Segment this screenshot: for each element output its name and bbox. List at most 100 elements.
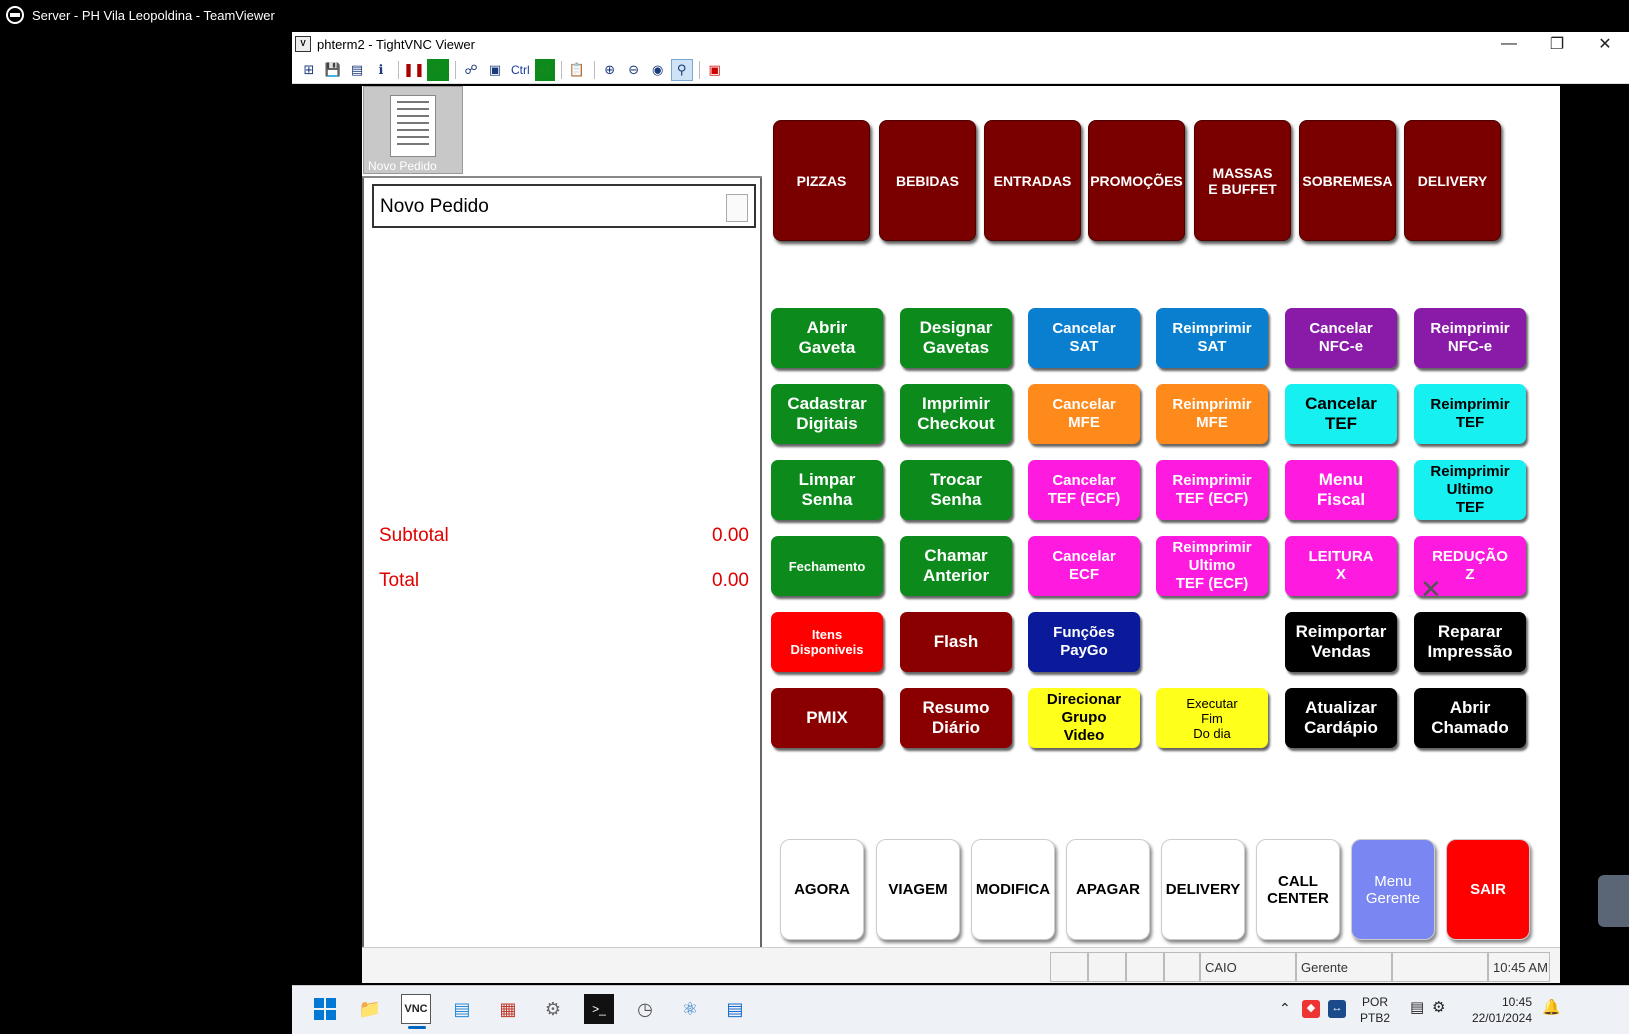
status-cell <box>1392 952 1488 982</box>
status-time: 10:45 AM <box>1488 952 1550 982</box>
vnc-title: phterm2 - TightVNC Viewer <box>317 36 475 52</box>
zoom-100-icon[interactable]: ◉ <box>647 59 669 81</box>
call-center-button[interactable]: CALL CENTER <box>1256 839 1340 940</box>
settings-icon[interactable]: ⚙ <box>538 994 568 1024</box>
start-menu-icon[interactable] <box>310 994 340 1024</box>
order-header[interactable]: Novo Pedido <box>372 184 756 228</box>
connection-info-icon[interactable]: ℹ <box>370 59 392 81</box>
notepad-icon[interactable]: ▤ <box>720 994 750 1024</box>
category-bebidas-button[interactable]: BEBIDAS <box>879 120 976 241</box>
clipboard-icon[interactable]: 📋 <box>566 59 588 81</box>
minimize-button[interactable]: — <box>1485 32 1533 56</box>
cancelar-tef-ecf-button[interactable]: Cancelar TEF (ECF) <box>1028 460 1140 520</box>
alt-key-button[interactable]: Alt <box>534 58 555 81</box>
reimprimir-ultimo-tef-ecf-button[interactable]: Reimprimir Ultimo TEF (ECF) <box>1156 536 1268 596</box>
pmix-button[interactable]: PMIX <box>771 688 883 748</box>
new-connection-icon[interactable]: ⊞ <box>298 59 320 81</box>
teamviewer-titlebar: Server - PH Vila Leopoldina - TeamViewer <box>0 0 1629 30</box>
zoom-in-icon[interactable]: ⊕ <box>599 59 621 81</box>
cadastrar-digitais-button[interactable]: Cadastrar Digitais <box>771 384 883 444</box>
zoom-out-icon[interactable]: ⊖ <box>623 59 645 81</box>
cancelar-mfe-button[interactable]: Cancelar MFE <box>1028 384 1140 444</box>
reimprimir-sat-button[interactable]: Reimprimir SAT <box>1156 308 1268 368</box>
windows-taskbar: 📁 VNC ▤ ▦ ⚙ >_ ◷ ⚛ ▤ ⌃ ◆ ↔ POR PTB2 ▤ ⚙ … <box>292 985 1629 1034</box>
viagem-button[interactable]: VIAGEM <box>876 839 960 940</box>
apagar-button[interactable]: APAGAR <box>1066 839 1150 940</box>
agora-button[interactable]: AGORA <box>780 839 864 940</box>
limpar-senha-button[interactable]: Limpar Senha <box>771 460 883 520</box>
funcoes-paygo-button[interactable]: Funções PayGo <box>1028 612 1140 672</box>
language-indicator[interactable]: POR PTB2 <box>1360 994 1390 1026</box>
imprimir-checkout-button[interactable]: Imprimir Checkout <box>900 384 1012 444</box>
abrir-chamado-button[interactable]: Abrir Chamado <box>1414 688 1526 748</box>
fullscreen-icon[interactable]: ▣ <box>704 59 726 81</box>
trocar-senha-button[interactable]: Trocar Senha <box>900 460 1012 520</box>
cancelar-sat-button[interactable]: Cancelar SAT <box>1028 308 1140 368</box>
file-explorer-icon[interactable]: 📁 <box>355 994 385 1024</box>
status-cell <box>1088 952 1126 982</box>
category-massas-buffet-button[interactable]: MASSAS E BUFFET <box>1194 120 1291 241</box>
network-tool-icon[interactable]: ⚛ <box>675 994 705 1024</box>
atualizar-cardapio-button[interactable]: Atualizar Cardápio <box>1285 688 1397 748</box>
cancelar-ecf-button[interactable]: Cancelar ECF <box>1028 536 1140 596</box>
reimprimir-tef-button[interactable]: Reimprimir TEF <box>1414 384 1526 444</box>
options-icon[interactable]: ▤ <box>346 59 368 81</box>
sair-button[interactable]: SAIR <box>1446 839 1530 940</box>
send-ctrl-esc-icon[interactable]: ▣ <box>484 59 506 81</box>
clock-app-icon[interactable]: ◷ <box>630 994 660 1024</box>
pause-icon[interactable]: ❚❚ <box>403 59 425 81</box>
leitura-x-button[interactable]: LEITURA X <box>1285 536 1397 596</box>
modifica-button[interactable]: MODIFICA <box>971 839 1055 940</box>
terminal-icon[interactable]: >_ <box>584 994 614 1024</box>
volume-icon[interactable]: ⚙ <box>1432 1000 1445 1016</box>
category-pizzas-button[interactable]: PIZZAS <box>773 120 870 241</box>
vnc-titlebar: V phterm2 - TightVNC Viewer — ❐ ✕ <box>292 32 1629 56</box>
executar-fim-do-dia-button[interactable]: Executar Fim Do dia <box>1156 688 1268 748</box>
ctrl-alt-del-icon[interactable]: ☍ <box>460 59 482 81</box>
fechamento-button[interactable]: Fechamento <box>771 536 883 596</box>
save-icon[interactable]: 💾 <box>322 59 344 81</box>
anydesk-tray-icon[interactable]: ◆ <box>1302 1000 1320 1018</box>
network-icon[interactable]: ▤ <box>1410 1000 1424 1016</box>
menu-fiscal-button[interactable]: Menu Fiscal <box>1285 460 1397 520</box>
reimprimir-tef-ecf-button[interactable]: Reimprimir TEF (ECF) <box>1156 460 1268 520</box>
category-delivery-button[interactable]: DELIVERY <box>1404 120 1501 241</box>
server-manager-icon[interactable]: ▤ <box>447 994 477 1024</box>
abrir-gaveta-button[interactable]: Abrir Gaveta <box>771 308 883 368</box>
itens-disponiveis-button[interactable]: Itens Disponiveis <box>771 612 883 672</box>
category-sobremesa-button[interactable]: SOBREMESA <box>1299 120 1396 241</box>
cancelar-tef-button[interactable]: Cancelar TEF <box>1285 384 1397 444</box>
ctrl-key-button[interactable]: Ctrl <box>508 59 533 81</box>
category-promocoes-button[interactable]: PROMOÇÕES <box>1088 120 1185 241</box>
taskbar-clock[interactable]: 10:45 22/01/2024 <box>1460 994 1532 1026</box>
show-hidden-icons-icon[interactable]: ⌃ <box>1279 1000 1291 1016</box>
teamviewer-side-panel-tab[interactable] <box>1598 875 1629 927</box>
status-cell <box>1050 952 1088 982</box>
chamar-anterior-button[interactable]: Chamar Anterior <box>900 536 1012 596</box>
designar-gavetas-button[interactable]: Designar Gavetas <box>900 308 1012 368</box>
category-entradas-button[interactable]: ENTRADAS <box>984 120 1081 241</box>
restore-button[interactable]: ❐ <box>1533 32 1581 56</box>
order-thumbnail-caption: Novo Pedido <box>368 159 437 173</box>
subtotal-value: 0.00 <box>712 525 749 546</box>
cancelar-nfce-button[interactable]: Cancelar NFC-e <box>1285 308 1397 368</box>
order-thumbnail[interactable]: Novo Pedido <box>363 86 463 174</box>
menu-gerente-button[interactable]: Menu Gerente <box>1351 839 1435 940</box>
reimprimir-nfce-button[interactable]: Reimprimir NFC-e <box>1414 308 1526 368</box>
reimportar-vendas-button[interactable]: Reimportar Vendas <box>1285 612 1397 672</box>
reparar-impressao-button[interactable]: Reparar Impressão <box>1414 612 1526 672</box>
resumo-diario-button[interactable]: Resumo Diário <box>900 688 1012 748</box>
close-button[interactable]: ✕ <box>1581 32 1629 56</box>
zoom-auto-icon[interactable]: ⚲ <box>670 58 693 81</box>
reimprimir-ultimo-tef-button[interactable]: Reimprimir Ultimo TEF <box>1414 460 1526 520</box>
toolbox-icon[interactable]: ▦ <box>493 994 523 1024</box>
reimprimir-mfe-button[interactable]: Reimprimir MFE <box>1156 384 1268 444</box>
flash-button[interactable]: Flash <box>900 612 1012 672</box>
tightvnc-taskbar-icon[interactable]: VNC <box>401 994 431 1029</box>
refresh-icon[interactable]: ⟳ <box>427 58 449 81</box>
total-row: Total 0.00 <box>379 570 749 592</box>
teamviewer-tray-icon[interactable]: ↔ <box>1328 1000 1346 1018</box>
delivery-button[interactable]: DELIVERY <box>1161 839 1245 940</box>
direcionar-grupo-video-button[interactable]: Direcionar Grupo Video <box>1028 688 1140 748</box>
notification-bell-icon[interactable]: 🔔 <box>1542 1000 1561 1016</box>
